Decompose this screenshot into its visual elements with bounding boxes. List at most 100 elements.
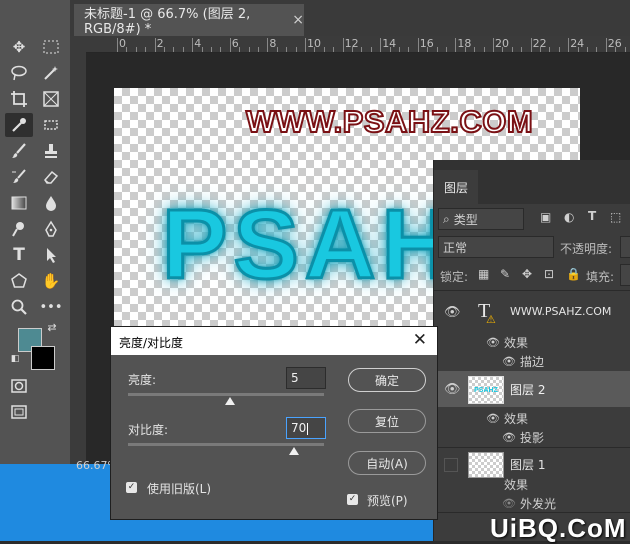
layer-name[interactable]: WWW.PSAHZ.COM (510, 305, 611, 318)
contrast-field[interactable]: 70 (286, 417, 326, 439)
brightness-contrast-dialog: 亮度/对比度 ✕ 亮度: 5 对比度: 70 ✓ 使用旧版(L) 确定 复位 自… (111, 327, 437, 519)
legacy-checkbox[interactable]: ✓ (126, 482, 137, 493)
spot-healing-tool-icon[interactable] (37, 113, 65, 137)
crop-tool-icon[interactable] (5, 87, 33, 111)
ruler-label: 8 (269, 37, 277, 50)
visibility-eye-icon[interactable]: 👁 (444, 305, 461, 320)
clone-stamp-tool-icon[interactable] (37, 139, 65, 163)
preview-checkbox[interactable]: ✓ (347, 494, 358, 505)
gradient-tool-icon[interactable] (5, 191, 33, 215)
fill-field[interactable] (620, 264, 630, 286)
path-selection-tool-icon[interactable] (37, 243, 65, 267)
shape-filter-icon[interactable]: ⬚ (610, 210, 621, 224)
ruler-tick (154, 38, 156, 52)
adjustment-filter-icon[interactable]: ◐ (564, 210, 574, 224)
effect-eye-icon[interactable]: 👁 (502, 355, 516, 368)
effect-stroke[interactable]: 描边 (520, 353, 544, 370)
visibility-toggle[interactable] (444, 458, 458, 472)
brush-tool-icon[interactable] (5, 139, 33, 163)
effects-eye-icon[interactable]: 👁 (486, 336, 500, 349)
pen-tool-icon[interactable] (37, 217, 65, 241)
reset-button[interactable]: 复位 (348, 409, 426, 433)
screen-mode-icon[interactable] (5, 400, 33, 424)
layer-row-text[interactable]: 👁 T ⚠ WWW.PSAHZ.COM (434, 291, 630, 333)
blur-tool-icon[interactable] (37, 191, 65, 215)
layer-row-layer-2[interactable]: 👁 PSAHZ 图层 2 (434, 371, 630, 407)
ruler-tick (493, 38, 494, 52)
frame-tool-icon[interactable] (37, 87, 65, 111)
layer-row-layer-1[interactable]: 图层 1 (434, 448, 630, 482)
zoom-tool-icon[interactable] (5, 295, 33, 319)
ruler-tick (446, 47, 447, 52)
brightness-slider[interactable] (128, 393, 324, 396)
type-tool-icon[interactable]: T (5, 243, 33, 267)
ruler-tick (182, 47, 184, 52)
effects-eye-icon[interactable]: 👁 (486, 412, 500, 425)
marquee-tool-icon[interactable] (37, 35, 65, 59)
ruler-tick (568, 38, 570, 52)
effect-drop-shadow[interactable]: 投影 (520, 429, 544, 446)
ruler-tick (286, 47, 288, 52)
lock-pixels-icon[interactable]: ✎ (500, 267, 510, 281)
default-colors-icon[interactable]: ◧ (8, 352, 22, 366)
swap-colors-icon[interactable]: ⇄ (44, 320, 60, 334)
ruler-tick (164, 47, 165, 52)
document-tab-title: 未标题-1 @ 66.7% (图层 2, RGB/8#) * (84, 7, 251, 37)
visibility-eye-icon[interactable]: 👁 (444, 382, 461, 397)
ruler-tick (361, 47, 363, 52)
ruler-label: 2 (156, 37, 164, 50)
contrast-slider[interactable] (128, 443, 324, 446)
ruler-tick (596, 47, 598, 52)
ok-button[interactable]: 确定 (348, 368, 426, 392)
tools-panel: ✥ T ✋ ••• ⇄ ◧ (0, 0, 70, 465)
effect-eye-icon[interactable]: 👁 (502, 497, 516, 510)
document-tab[interactable]: 未标题-1 @ 66.7% (图层 2, RGB/8#) * × (74, 4, 304, 37)
ruler-tick (352, 47, 353, 52)
shape-tool-icon[interactable] (5, 269, 33, 293)
move-tool-icon[interactable]: ✥ (5, 35, 33, 59)
ruler-tick (323, 47, 325, 52)
effect-eye-icon[interactable]: 👁 (502, 431, 516, 444)
type-filter-icon[interactable]: T (588, 209, 596, 223)
quick-mask-icon[interactable] (5, 374, 33, 398)
layer-name[interactable]: 图层 1 (510, 456, 545, 473)
search-icon: ⌕ (443, 211, 450, 226)
preview-label: 预览(P) (367, 494, 408, 508)
brightness-slider-thumb[interactable] (225, 397, 235, 405)
lasso-tool-icon[interactable] (5, 61, 33, 85)
auto-button[interactable]: 自动(A) (348, 451, 426, 475)
layer-name[interactable]: 图层 2 (510, 381, 545, 398)
layer-filter-select[interactable]: ⌕ 类型 (438, 208, 524, 230)
brightness-field[interactable]: 5 (286, 367, 326, 389)
tab-layers[interactable]: 图层 (434, 170, 478, 204)
pixel-filter-icon[interactable]: ▣ (540, 210, 551, 224)
ruler-tick (399, 47, 400, 52)
dodge-tool-icon[interactable] (5, 217, 33, 241)
history-brush-tool-icon[interactable] (5, 165, 33, 189)
lock-artboard-icon[interactable]: ⊡ (544, 267, 554, 281)
ruler-tick (558, 47, 560, 52)
effects-label: 效果 (504, 412, 529, 426)
close-icon[interactable]: × (292, 12, 304, 28)
ruler-tick (549, 47, 551, 52)
blend-mode-select[interactable]: 正常 (438, 236, 554, 258)
eraser-tool-icon[interactable] (37, 165, 65, 189)
magic-wand-tool-icon[interactable] (37, 61, 65, 85)
vertical-ruler (70, 52, 87, 464)
ruler-tick (624, 47, 626, 52)
lock-position-icon[interactable]: ✥ (522, 267, 532, 281)
effect-outer-glow[interactable]: 外发光 (520, 495, 556, 512)
lock-all-icon[interactable]: 🔒 (566, 267, 581, 281)
eyedropper-tool-icon[interactable] (5, 113, 33, 137)
layer-thumbnail: PSAHZ (468, 376, 504, 404)
contrast-slider-thumb[interactable] (289, 447, 299, 455)
ruler-tick (436, 47, 438, 52)
close-icon[interactable]: ✕ (413, 330, 427, 350)
opacity-field[interactable] (620, 236, 630, 258)
background-color-swatch[interactable] (31, 346, 55, 370)
more-tools-icon[interactable]: ••• (37, 295, 65, 319)
lock-transparent-icon[interactable]: ▦ (478, 267, 489, 281)
hand-tool-icon[interactable]: ✋ (37, 269, 65, 293)
warning-icon: ⚠ (486, 313, 496, 326)
dialog-titlebar[interactable]: 亮度/对比度 ✕ (111, 327, 437, 355)
